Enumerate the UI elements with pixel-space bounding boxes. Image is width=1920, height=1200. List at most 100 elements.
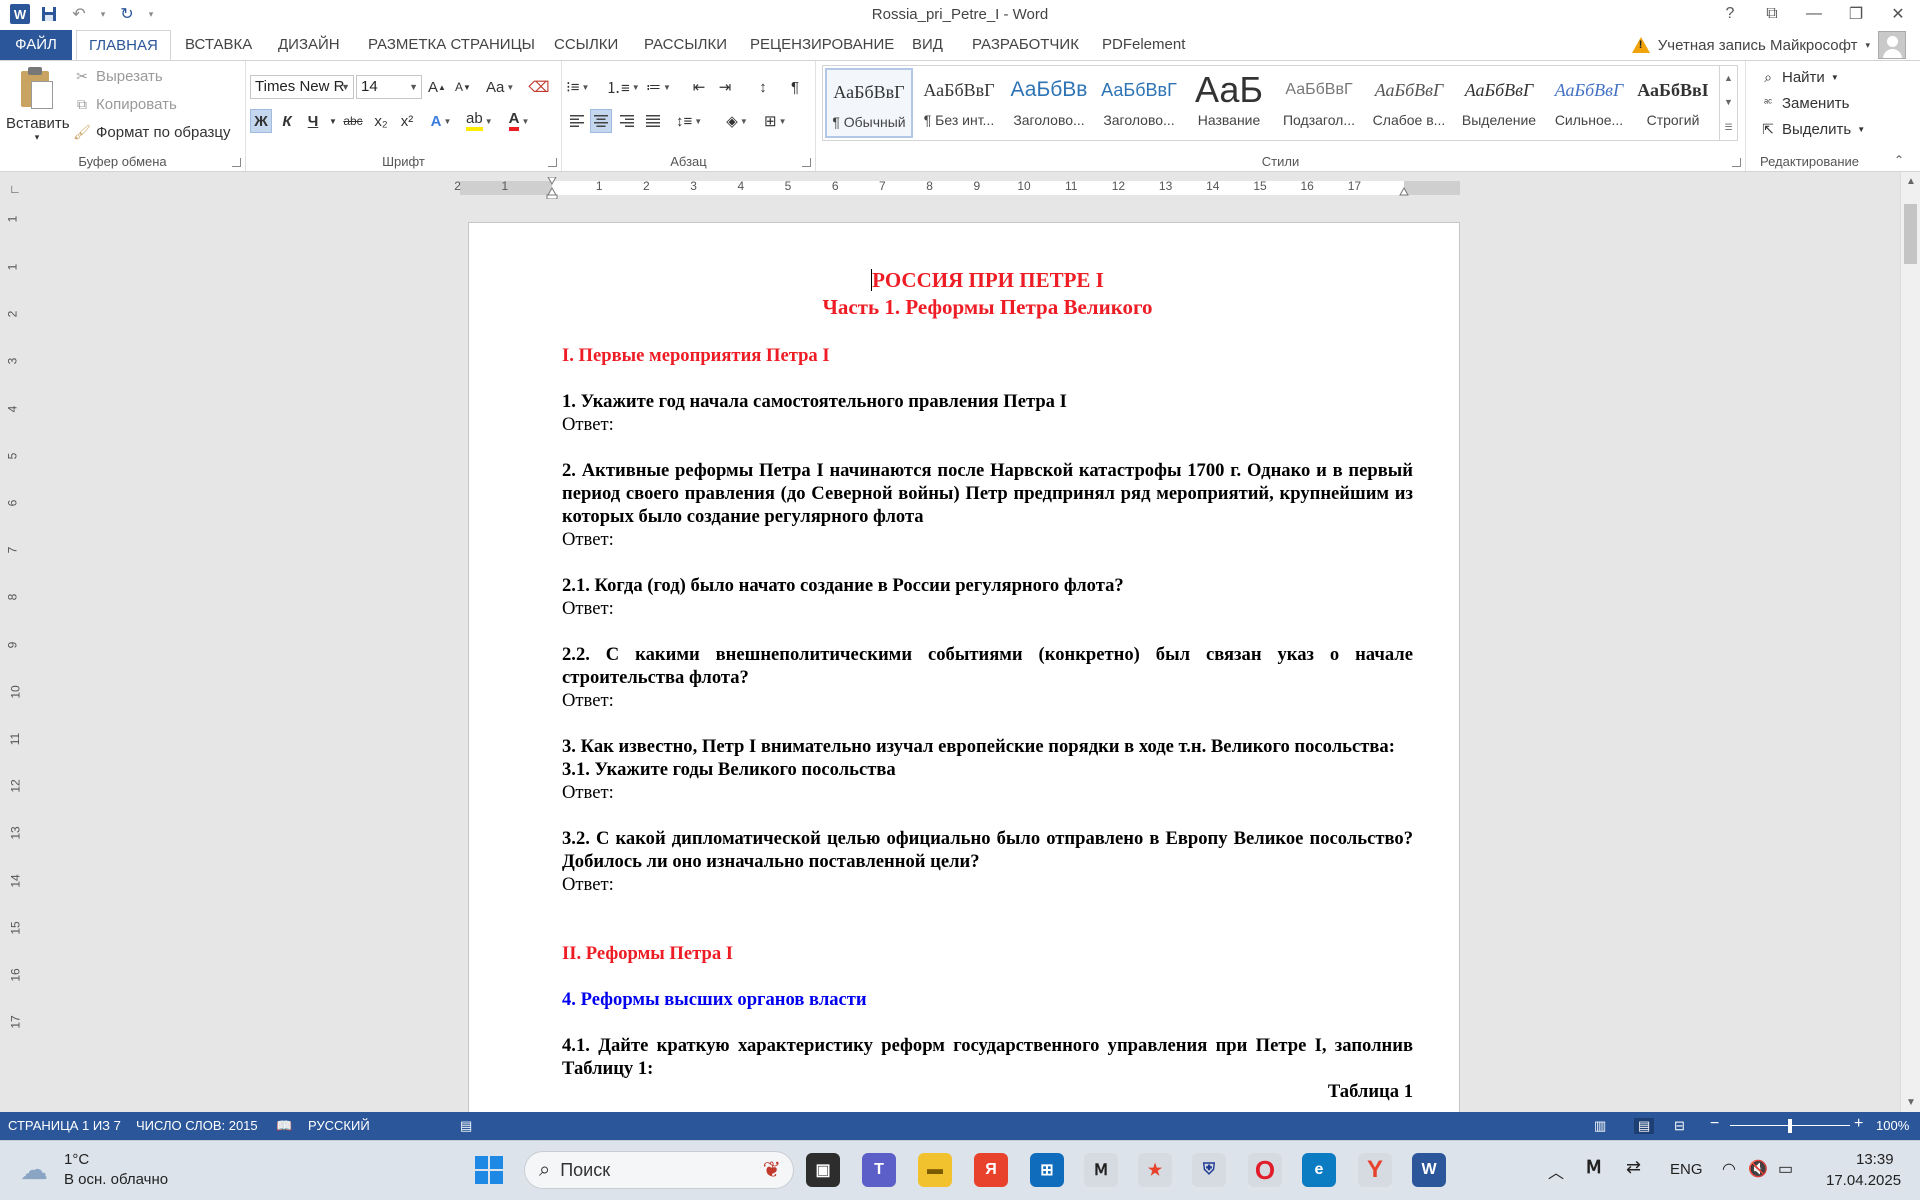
clock-time[interactable]: 13:39 bbox=[1856, 1151, 1894, 1168]
format-painter-button[interactable]: 🖌 Формат по образцу bbox=[73, 121, 230, 143]
zoom-slider-thumb[interactable] bbox=[1788, 1119, 1792, 1133]
superscript-button[interactable]: x² bbox=[396, 109, 418, 133]
minimize-icon[interactable]: — bbox=[1800, 2, 1828, 26]
word-taskbar-icon[interactable]: W bbox=[1412, 1153, 1446, 1187]
style-strong[interactable]: АаБбВвІ Строгий bbox=[1629, 68, 1717, 138]
chevron-up-icon[interactable]: ︿ bbox=[1548, 1159, 1564, 1183]
decrease-indent-icon[interactable]: ⇤ bbox=[688, 75, 710, 99]
justify-icon[interactable] bbox=[642, 109, 664, 133]
gallery-scrollbar[interactable]: ▲ ▼ ☰ bbox=[1719, 66, 1737, 140]
app-m-icon[interactable]: Ⅿ bbox=[1084, 1153, 1118, 1187]
word-count[interactable]: ЧИСЛО СЛОВ: 2015 bbox=[136, 1118, 258, 1133]
more-styles-icon[interactable]: ☰ bbox=[1724, 122, 1732, 133]
tab-insert[interactable]: ВСТАВКА bbox=[173, 30, 264, 60]
style-heading-2[interactable]: АаБбВвГ Заголово... bbox=[1095, 68, 1183, 138]
paste-dropdown-icon[interactable]: ▾ bbox=[6, 132, 68, 143]
tab-design[interactable]: ДИЗАЙН bbox=[266, 30, 352, 60]
align-center-icon[interactable] bbox=[590, 109, 612, 133]
font-launcher-icon[interactable] bbox=[548, 158, 557, 167]
shading-icon[interactable]: ◈ ▼ bbox=[726, 109, 748, 133]
opera-icon[interactable]: O bbox=[1248, 1153, 1282, 1187]
tab-home[interactable]: ГЛАВНАЯ bbox=[76, 30, 171, 61]
weather-widget[interactable]: ☁ 1°C В осн. облачно bbox=[20, 1151, 220, 1191]
account-area[interactable]: Учетная запись Майкрософт ▾ bbox=[1631, 31, 1906, 59]
bullets-icon[interactable]: ⁝≡ ▼ bbox=[566, 75, 589, 99]
tray-settings-icon[interactable]: ⇄ bbox=[1626, 1157, 1641, 1178]
scroll-up-icon[interactable]: ▲ bbox=[1901, 176, 1920, 187]
account-name[interactable]: Учетная запись Майкрософт bbox=[1658, 37, 1858, 54]
font-color-button[interactable]: A ▼ bbox=[508, 109, 530, 133]
multilevel-list-icon[interactable]: ≔ ▼ bbox=[646, 75, 671, 99]
tab-review[interactable]: РЕЦЕНЗИРОВАНИЕ bbox=[738, 30, 906, 60]
pinned-app-icon[interactable]: ★ bbox=[1138, 1153, 1172, 1187]
edge-icon[interactable]: e bbox=[1302, 1153, 1336, 1187]
shield-icon[interactable]: ⛨ bbox=[1192, 1153, 1226, 1187]
volume-muted-icon[interactable]: 🔇 bbox=[1748, 1159, 1768, 1179]
document-body[interactable]: РОССИЯ ПРИ ПЕТРЕ I Часть 1. Реформы Петр… bbox=[562, 267, 1413, 1103]
sort-icon[interactable]: ↕ bbox=[752, 75, 774, 99]
style-emphasis[interactable]: АаБбВвГ Выделение bbox=[1455, 68, 1543, 138]
tab-mailings[interactable]: РАССЫЛКИ bbox=[632, 30, 739, 60]
language[interactable]: РУССКИЙ bbox=[308, 1118, 370, 1133]
read-mode-icon[interactable]: ▥ bbox=[1594, 1118, 1606, 1134]
chevron-up-icon[interactable]: ▲ bbox=[1724, 73, 1733, 83]
bold-button[interactable]: Ж bbox=[250, 109, 272, 133]
avatar[interactable] bbox=[1878, 31, 1906, 59]
style-normal[interactable]: АаБбВвГ ¶ Обычный bbox=[825, 68, 913, 138]
yandex-icon[interactable]: Я bbox=[974, 1153, 1008, 1187]
select-button[interactable]: ⇱ Выделить ▼ bbox=[1760, 117, 1865, 141]
macro-icon[interactable]: ▤ bbox=[460, 1118, 472, 1134]
font-size-combo[interactable]: 14 ▼ bbox=[356, 75, 422, 99]
underline-button[interactable]: Ч bbox=[302, 109, 324, 133]
borders-icon[interactable]: ⊞ ▼ bbox=[764, 109, 787, 133]
proofing-icon[interactable]: 📖 bbox=[276, 1118, 292, 1134]
page-count[interactable]: СТРАНИЦА 1 ИЗ 7 bbox=[8, 1118, 121, 1133]
taskbar-search[interactable]: ⌕ Поиск ❦ bbox=[524, 1151, 794, 1189]
vertical-scrollbar[interactable]: ▲ ▼ bbox=[1900, 172, 1920, 1112]
clipboard-launcher-icon[interactable] bbox=[232, 158, 241, 167]
italic-button[interactable]: К bbox=[276, 109, 298, 133]
paste-button[interactable]: Вставить ▾ bbox=[6, 65, 70, 151]
wifi-icon[interactable]: ◠ bbox=[1722, 1159, 1736, 1179]
style-intense-emphasis[interactable]: АаБбВвГ Сильное... bbox=[1545, 68, 1633, 138]
line-spacing-icon[interactable]: ↕≡ ▼ bbox=[676, 109, 702, 133]
tab-file[interactable]: ФАЙЛ bbox=[0, 30, 72, 60]
file-explorer-icon[interactable]: ▬ bbox=[918, 1153, 952, 1187]
tab-view[interactable]: ВИД bbox=[900, 30, 955, 60]
input-language[interactable]: ENG bbox=[1670, 1161, 1703, 1178]
scroll-down-icon[interactable]: ▼ bbox=[1901, 1097, 1920, 1108]
shrink-font-button[interactable]: A ▼ bbox=[452, 75, 474, 99]
zoom-out-icon[interactable]: − bbox=[1710, 1115, 1719, 1133]
align-right-icon[interactable] bbox=[616, 109, 638, 133]
increase-indent-icon[interactable]: ⇥ bbox=[714, 75, 736, 99]
document-page[interactable]: РОССИЯ ПРИ ПЕТРЕ I Часть 1. Реформы Петр… bbox=[468, 222, 1460, 1122]
vertical-ruler[interactable]: 1 1 2 3 4 5 6 7 8 9 10 11 12 13 14 15 16 17 bbox=[4, 212, 26, 1112]
grow-font-button[interactable]: A ▲ bbox=[426, 75, 448, 99]
find-button[interactable]: ⌕ Найти ▼ bbox=[1760, 65, 1839, 89]
restore-icon[interactable]: ❐ bbox=[1842, 2, 1870, 26]
teams-icon[interactable]: T bbox=[862, 1153, 896, 1187]
clock-date[interactable]: 17.04.2025 bbox=[1826, 1172, 1901, 1189]
task-view-icon[interactable]: ▣ bbox=[806, 1153, 840, 1187]
zoom-in-icon[interactable]: + bbox=[1854, 1115, 1863, 1133]
strikethrough-button[interactable]: abc bbox=[342, 109, 364, 133]
show-marks-button[interactable]: ¶ bbox=[784, 75, 806, 99]
close-icon[interactable]: ✕ bbox=[1884, 2, 1912, 26]
tab-developer[interactable]: РАЗРАБОТЧИК bbox=[960, 30, 1091, 60]
copy-button[interactable]: ⧉ Копировать bbox=[74, 93, 177, 115]
change-case-button[interactable]: Aa ▼ bbox=[486, 75, 514, 99]
style-heading-1[interactable]: АаБбВв Заголово... bbox=[1005, 68, 1093, 138]
help-icon[interactable]: ? bbox=[1716, 2, 1744, 26]
underline-dropdown-icon[interactable]: ▼ bbox=[322, 109, 344, 133]
collapse-ribbon-icon[interactable]: ⌃ bbox=[1894, 153, 1904, 167]
align-left-icon[interactable] bbox=[566, 109, 588, 133]
style-no-spacing[interactable]: АаБбВвГ ¶ Без инт... bbox=[915, 68, 1003, 138]
scrollbar-thumb[interactable] bbox=[1904, 204, 1917, 264]
web-layout-icon[interactable]: ⊟ bbox=[1674, 1118, 1685, 1134]
ribbon-display-options-icon[interactable]: ⧉ bbox=[1758, 2, 1786, 26]
print-layout-icon[interactable]: ▤ bbox=[1634, 1118, 1655, 1134]
style-title[interactable]: АаБ Название bbox=[1185, 68, 1273, 138]
tray-app-icon[interactable]: Ⅿ bbox=[1586, 1157, 1602, 1178]
clear-formatting-icon[interactable]: ⌫ bbox=[528, 75, 550, 99]
horizontal-ruler[interactable]: 2 1 1 2 3 4 5 6 7 8 9 10 11 12 13 14 15 16 17 bbox=[454, 177, 1460, 201]
